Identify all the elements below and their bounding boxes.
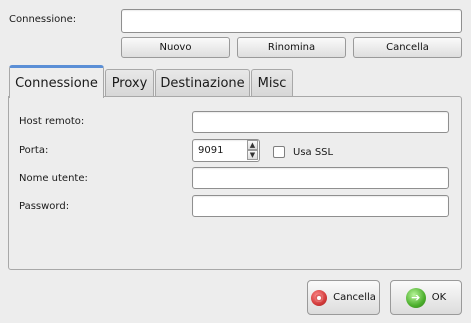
port-label: Porta: [19,145,49,156]
host-field[interactable] [192,111,449,133]
new-connection-button[interactable]: Nuovo [121,37,230,58]
tab-destinazione[interactable]: Destinazione [155,69,250,97]
down-arrow-icon: ▼ [249,150,256,159]
tab-connessione[interactable]: Connessione [9,65,104,98]
connection-label: Connessione: [9,14,77,25]
password-field[interactable] [192,195,449,217]
username-label: Nome utente: [19,173,88,184]
rename-connection-button[interactable]: Rinomina [237,37,346,58]
port-decrement-button[interactable]: ▼ [247,150,258,160]
tab-proxy[interactable]: Proxy [105,69,154,97]
password-label: Password: [19,201,70,212]
ok-label: OK [431,292,447,303]
ok-icon: ➔ [405,287,426,308]
ok-button[interactable]: ➔ OK [390,280,462,315]
cancel-label: Cancella [333,292,376,303]
port-spinner[interactable]: 9091 ▲ ▼ [192,139,260,162]
port-increment-button[interactable]: ▲ [247,140,258,150]
use-ssl-label: Usa SSL [293,147,334,158]
port-value: 9091 [198,145,224,156]
connection-field[interactable] [121,9,462,33]
cancel-icon [311,289,328,306]
up-arrow-icon: ▲ [249,140,256,149]
username-field[interactable] [192,167,449,189]
host-label: Host remoto: [19,116,85,127]
use-ssl-checkbox[interactable] [273,146,285,158]
delete-connection-button[interactable]: Cancella [353,37,462,58]
cancel-button[interactable]: Cancella [307,280,380,315]
tab-misc[interactable]: Misc [251,69,293,97]
